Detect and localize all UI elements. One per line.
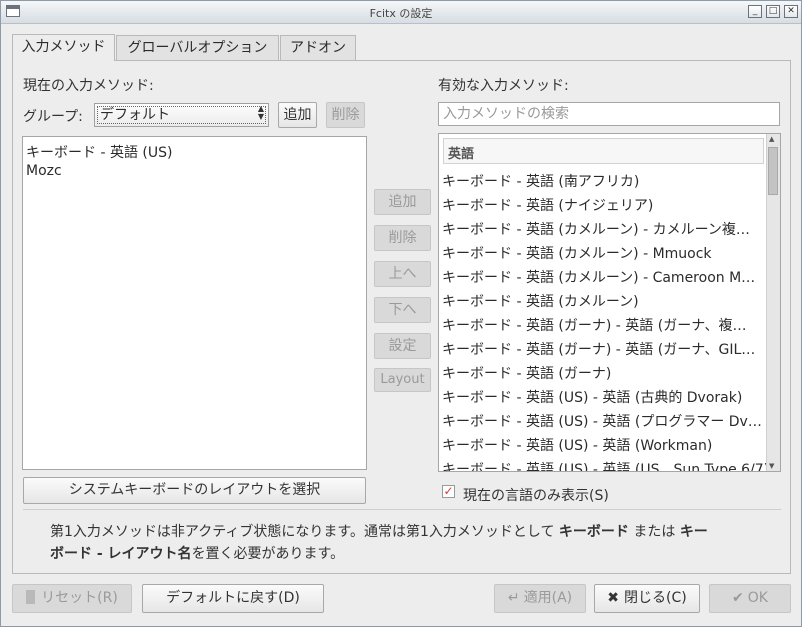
ok-button-label: OK (747, 590, 768, 606)
divider (23, 509, 781, 510)
add-im-button[interactable]: 追加 (374, 189, 431, 215)
close-icon[interactable]: ✕ (784, 5, 798, 18)
group-label: グループ: (23, 109, 83, 125)
brush-icon (26, 590, 36, 604)
info-text-part: または (633, 524, 676, 540)
only-current-lang-label[interactable]: 現在の言語のみ表示(S) (463, 485, 609, 505)
list-item[interactable]: キーボード - 英語 (カメルーン) (442, 291, 639, 311)
scroll-down-icon[interactable]: ▼ (769, 462, 774, 470)
move-up-button[interactable]: 上へ (374, 261, 431, 287)
current-im-list[interactable]: キーボード - 英語 (US) Mozc (22, 136, 367, 470)
configure-button[interactable]: 設定 (374, 333, 431, 359)
list-item[interactable]: キーボード - 英語 (ガーナ) - 英語 (ガーナ、複… (442, 315, 747, 335)
remove-im-button[interactable]: 削除 (374, 225, 431, 251)
enter-arrow-icon: ↵ (507, 590, 520, 606)
list-item[interactable]: キーボード - 英語 (US) - 英語 (プログラマー Dv… (442, 411, 762, 431)
scrollbar-thumb[interactable] (768, 147, 778, 195)
only-current-lang-checkbox[interactable]: ✓ (442, 485, 455, 498)
available-im-label: 有効な入力メソッド: (438, 78, 569, 94)
info-text-bold: キー (679, 524, 708, 540)
available-im-list[interactable]: 英語 キーボード - 英語 (南アフリカ) キーボード - 英語 (ナイジェリア… (438, 133, 781, 472)
list-item[interactable]: キーボード - 英語 (ガーナ) - 英語 (ガーナ、GIL… (442, 339, 755, 359)
info-text-part: を置く必要があります。 (191, 546, 345, 562)
list-item[interactable]: Mozc (26, 163, 62, 179)
im-search-input[interactable]: 入力メソッドの検索 (438, 102, 780, 126)
system-layout-button[interactable]: システムキーボードのレイアウトを選択 (23, 477, 366, 504)
close-x-icon: ✖ (607, 590, 620, 606)
apply-button-label: 適用(A) (523, 590, 573, 606)
list-item[interactable]: キーボード - 英語 (US) - 英語 (Workman) (442, 435, 712, 455)
info-text: 第1入力メソッドは非アクティブ状態になります。通常は第1入力メソッドとして キー… (50, 521, 770, 565)
minimize-icon[interactable]: _ (748, 5, 762, 18)
list-item[interactable]: キーボード - 英語 (US) (26, 142, 172, 162)
maximize-icon[interactable]: □ (766, 5, 780, 18)
list-item[interactable]: キーボード - 英語 (US) - 英語 (古典的 Dvorak) (442, 387, 742, 407)
window-title: Fcitx の設定 (369, 7, 433, 20)
title-bar[interactable]: Fcitx の設定 _ □ ✕ (1, 1, 801, 24)
list-scrollbar[interactable]: ▲ ▼ (766, 134, 780, 471)
checkmark-icon: ✔ (732, 590, 744, 606)
list-item[interactable]: キーボード - 英語 (南アフリカ) (442, 171, 639, 191)
tab-addons[interactable]: アドオン (280, 35, 356, 60)
apply-button[interactable]: ↵ 適用(A) (494, 584, 586, 613)
list-item[interactable]: キーボード - 英語 (US) - 英語 (US、Sun Type 6/7) (442, 459, 769, 471)
settings-window: Fcitx の設定 _ □ ✕ 入力メソッド グローバルオプション アドオン 現… (0, 0, 802, 627)
group-select-value: デフォルト (97, 106, 266, 124)
list-item[interactable]: キーボード - 英語 (ガーナ) (442, 363, 611, 383)
info-text-bold: ボード - レイアウト名 (50, 546, 192, 562)
ok-button[interactable]: ✔ OK (709, 584, 791, 613)
current-im-label: 現在の入力メソッド: (23, 78, 154, 94)
reset-button[interactable]: リセット(R) (12, 584, 132, 613)
list-item[interactable]: キーボード - 英語 (ナイジェリア) (442, 195, 653, 215)
restore-default-button[interactable]: デフォルトに戻す(D) (142, 584, 324, 613)
group-select[interactable]: デフォルト ▲ ▼ (94, 103, 269, 127)
group-delete-button[interactable]: 削除 (326, 102, 365, 128)
group-header-label: 英語 (448, 147, 475, 162)
info-text-part: 第1入力メソッドは非アクティブ状態になります。通常は第1入力メソッドとして (50, 524, 555, 540)
combo-arrows-icon: ▲ ▼ (257, 104, 264, 121)
reset-button-label: リセット(R) (41, 590, 118, 606)
group-header: 英語 (443, 138, 764, 164)
info-text-bold: キーボード (558, 524, 629, 540)
move-down-button[interactable]: 下へ (374, 297, 431, 323)
close-button-label: 閉じる(C) (624, 590, 687, 606)
list-item[interactable]: キーボード - 英語 (カメルーン) - Mmuock (442, 243, 712, 263)
scroll-up-icon[interactable]: ▲ (769, 135, 774, 143)
tab-global-options[interactable]: グローバルオプション (116, 35, 279, 60)
list-item[interactable]: キーボード - 英語 (カメルーン) - Cameroon M… (442, 267, 755, 287)
tab-input-method[interactable]: 入力メソッド (12, 34, 115, 61)
layout-button[interactable]: Layout (374, 368, 431, 392)
list-item[interactable]: キーボード - 英語 (カメルーン) - カメルーン複… (442, 219, 750, 239)
group-add-button[interactable]: 追加 (278, 102, 317, 128)
close-button[interactable]: ✖ 閉じる(C) (594, 584, 700, 613)
